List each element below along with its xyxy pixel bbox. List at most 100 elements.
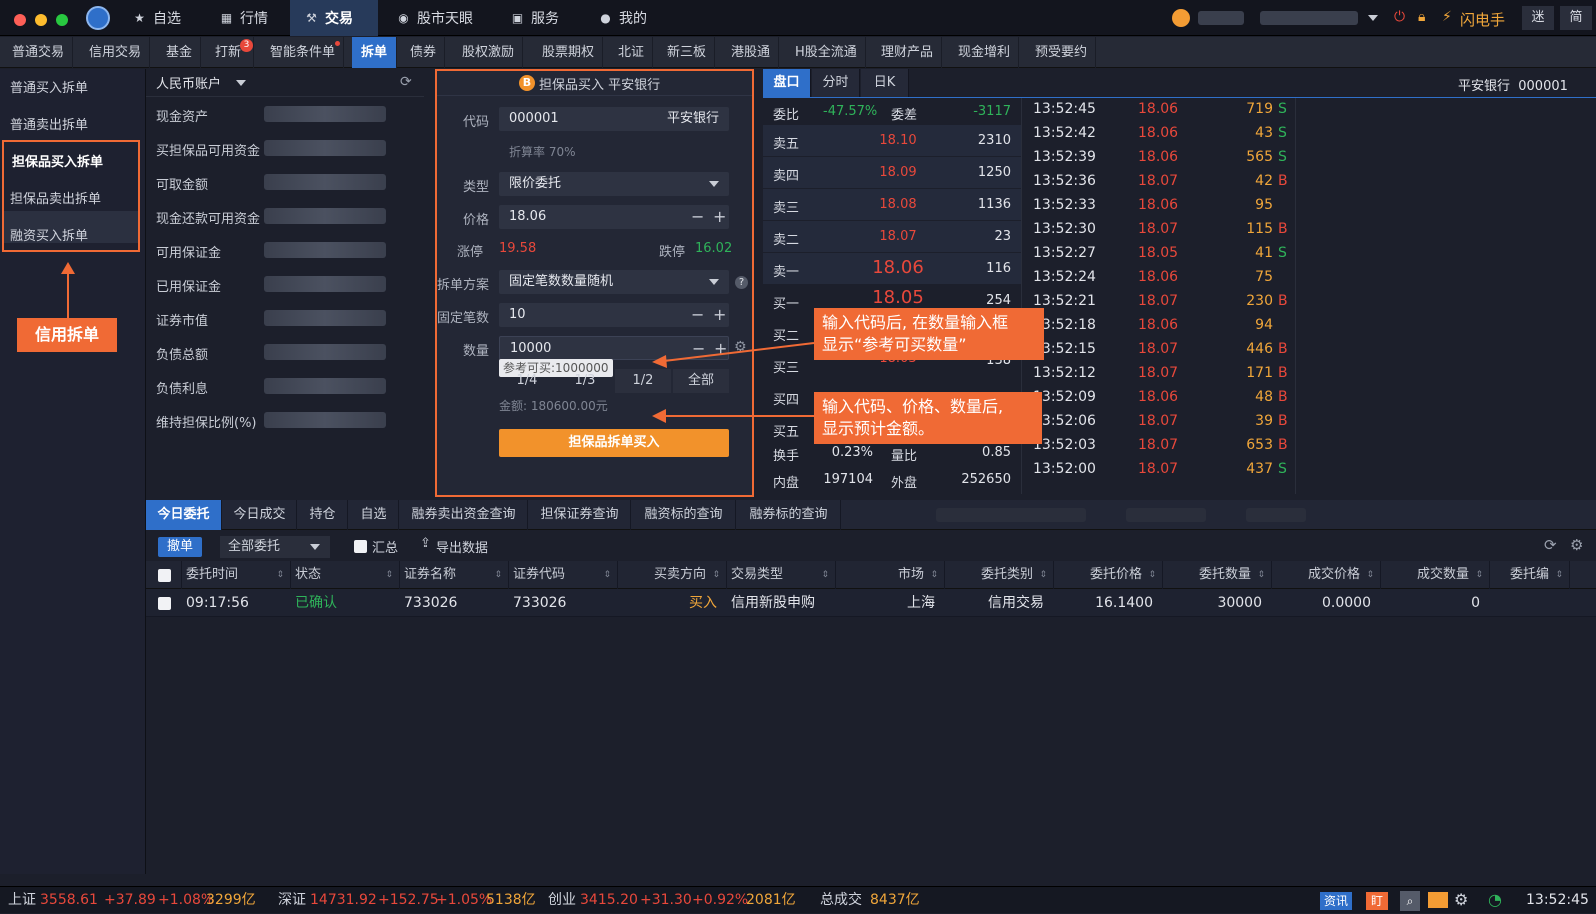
tab-fenshi[interactable]: 分时 bbox=[812, 69, 860, 97]
column-header[interactable]: 委托编 ⇕ bbox=[1490, 561, 1570, 589]
sort-icon[interactable]: ⇕ bbox=[712, 561, 720, 589]
tab-short-fund-query[interactable]: 融券卖出资金查询 bbox=[400, 500, 528, 530]
settings-icon[interactable]: ⚙ bbox=[1454, 890, 1468, 909]
simple-mode-button[interactable]: 简 bbox=[1560, 6, 1592, 30]
nav-wode[interactable]: ● 我的 bbox=[584, 0, 661, 36]
price-input[interactable]: 18.06− + bbox=[499, 205, 729, 229]
chevron-down-icon[interactable] bbox=[236, 80, 246, 86]
column-header[interactable]: 状态 ⇕ bbox=[291, 561, 400, 589]
code-input[interactable]: 000001 平安银行 bbox=[499, 107, 729, 131]
nav-fuwu[interactable]: ▣ 服务 bbox=[496, 0, 573, 36]
news-button[interactable]: 资讯 bbox=[1320, 892, 1353, 910]
sort-icon[interactable]: ⇕ bbox=[1148, 561, 1156, 589]
column-header[interactable]: 委托类别 ⇕ bbox=[945, 561, 1054, 589]
tab-holdings[interactable]: 持仓 bbox=[298, 500, 348, 530]
subtab-daxin[interactable]: 打新 3 bbox=[207, 37, 255, 68]
mini-mode-button[interactable]: 迷 bbox=[1522, 6, 1554, 30]
ratio-all[interactable]: 全部 bbox=[673, 369, 729, 393]
split-buy-button[interactable]: 担保品拆单买入 bbox=[499, 429, 729, 457]
mail-icon[interactable] bbox=[1428, 892, 1448, 908]
subtab-zhineng[interactable]: 智能条件单 bbox=[262, 37, 345, 68]
subtab-chaidan[interactable]: 拆单 bbox=[352, 37, 397, 68]
tab-today-orders[interactable]: 今日委托 bbox=[146, 500, 222, 530]
subtab-xianjin[interactable]: 现金增利 bbox=[950, 37, 1020, 68]
avatar[interactable] bbox=[1172, 9, 1190, 27]
tab-collateral-query[interactable]: 担保证券查询 bbox=[529, 500, 631, 530]
column-header[interactable]: 委托时间 ⇕ bbox=[182, 561, 291, 589]
order-type-select[interactable]: 限价委托 bbox=[499, 172, 729, 196]
subtab-hgu[interactable]: H股全流通 bbox=[787, 37, 866, 68]
lock-icon[interactable]: 🔒︎ bbox=[1418, 9, 1425, 25]
split-count-input[interactable]: 10− + bbox=[499, 303, 729, 327]
subtab-yushou[interactable]: 预受要约 bbox=[1027, 37, 1097, 68]
flash-trade-label[interactable]: 闪电手 bbox=[1460, 9, 1505, 30]
maximize-window-button[interactable] bbox=[56, 14, 68, 26]
settings-icon[interactable]: ⚙ bbox=[1570, 536, 1583, 554]
plus-icon[interactable]: + bbox=[713, 303, 726, 327]
quantity-input[interactable]: 10000− + bbox=[499, 336, 729, 360]
subtab-licai[interactable]: 理财产品 bbox=[873, 37, 943, 68]
sort-icon[interactable]: ⇕ bbox=[603, 561, 611, 589]
column-header[interactable]: 证券代码 ⇕ bbox=[509, 561, 618, 589]
subtab-zhaiquan[interactable]: 债券 bbox=[402, 37, 446, 68]
menu-putong-mairu[interactable]: 普通买入拆单 bbox=[10, 77, 88, 96]
column-header[interactable]: 委托价格 ⇕ bbox=[1054, 561, 1163, 589]
settings-icon[interactable]: ⚙ bbox=[734, 339, 747, 355]
power-icon[interactable]: ⏻ bbox=[1394, 9, 1405, 25]
subtab-beizheng[interactable]: 北证 bbox=[610, 37, 654, 68]
account-selector[interactable]: 人民币账户 bbox=[156, 73, 221, 92]
tab-short-target-query[interactable]: 融券标的查询 bbox=[737, 500, 841, 530]
subtab-qiquan[interactable]: 股票期权 bbox=[534, 37, 604, 68]
split-plan-select[interactable]: 固定笔数数量随机 bbox=[499, 270, 729, 294]
refresh-icon[interactable]: ⟳ bbox=[400, 74, 412, 90]
cancel-order-button[interactable]: 撤单 bbox=[158, 537, 202, 557]
tab-today-deals[interactable]: 今日成交 bbox=[223, 500, 297, 530]
monitor-button[interactable]: 盯 bbox=[1366, 892, 1388, 910]
ratio-quarter[interactable]: 1/4 bbox=[499, 369, 555, 393]
column-header[interactable]: 成交价格 ⇕ bbox=[1272, 561, 1381, 589]
tab-pankou[interactable]: 盘口 bbox=[763, 69, 811, 97]
subtab-jijin[interactable]: 基金 bbox=[158, 37, 202, 68]
sort-icon[interactable]: ⇕ bbox=[494, 561, 502, 589]
plus-icon[interactable]: + bbox=[714, 337, 727, 361]
column-header[interactable]: 委托数量 ⇕ bbox=[1163, 561, 1272, 589]
refresh-icon[interactable]: ⟳ bbox=[1544, 536, 1557, 554]
tab-rik[interactable]: 日K bbox=[861, 69, 909, 97]
column-header[interactable]: 交易类型 ⇕ bbox=[727, 561, 836, 589]
close-window-button[interactable] bbox=[14, 14, 26, 26]
subtab-xinyong[interactable]: 信用交易 bbox=[81, 37, 151, 68]
sort-icon[interactable]: ⇕ bbox=[1555, 561, 1563, 589]
export-data-button[interactable]: 导出数据 bbox=[436, 537, 488, 556]
summary-checkbox[interactable] bbox=[354, 540, 367, 553]
ratio-third[interactable]: 1/3 bbox=[557, 369, 613, 393]
minus-icon[interactable]: − bbox=[691, 303, 704, 327]
order-filter-select[interactable]: 全部委托 bbox=[220, 536, 330, 558]
sort-icon[interactable]: ⇕ bbox=[1475, 561, 1483, 589]
sort-icon[interactable]: ⇕ bbox=[385, 561, 393, 589]
ratio-half[interactable]: 1/2 bbox=[615, 369, 671, 393]
row-checkbox[interactable] bbox=[158, 597, 171, 610]
column-header[interactable]: 买卖方向 ⇕ bbox=[618, 561, 727, 589]
sort-icon[interactable]: ⇕ bbox=[1039, 561, 1047, 589]
column-header[interactable]: 市场 ⇕ bbox=[836, 561, 945, 589]
sort-icon[interactable]: ⇕ bbox=[276, 561, 284, 589]
minimize-window-button[interactable] bbox=[35, 14, 47, 26]
minus-icon[interactable]: − bbox=[691, 205, 704, 229]
subtab-putong[interactable]: 普通交易 bbox=[4, 37, 74, 68]
sort-icon[interactable]: ⇕ bbox=[930, 561, 938, 589]
menu-putong-maichu[interactable]: 普通卖出拆单 bbox=[10, 114, 88, 133]
sort-icon[interactable]: ⇕ bbox=[821, 561, 829, 589]
column-header[interactable]: 证券名称 ⇕ bbox=[400, 561, 509, 589]
tab-watchlist[interactable]: 自选 bbox=[349, 500, 399, 530]
sort-icon[interactable]: ⇕ bbox=[1257, 561, 1265, 589]
nav-hangqing[interactable]: ▦ 行情 bbox=[205, 0, 282, 36]
plus-icon[interactable]: + bbox=[713, 205, 726, 229]
subtab-ganggutong[interactable]: 港股通 bbox=[723, 37, 780, 68]
nav-zixuan[interactable]: ★ 自选 bbox=[118, 0, 195, 36]
column-header[interactable]: 成交数量 ⇕ bbox=[1381, 561, 1490, 589]
minus-icon[interactable]: − bbox=[692, 337, 705, 361]
tab-margin-target-query[interactable]: 融资标的查询 bbox=[632, 500, 736, 530]
sort-icon[interactable]: ⇕ bbox=[1366, 561, 1374, 589]
help-icon[interactable]: ? bbox=[735, 276, 748, 289]
subtab-xinsanban[interactable]: 新三板 bbox=[659, 37, 716, 68]
